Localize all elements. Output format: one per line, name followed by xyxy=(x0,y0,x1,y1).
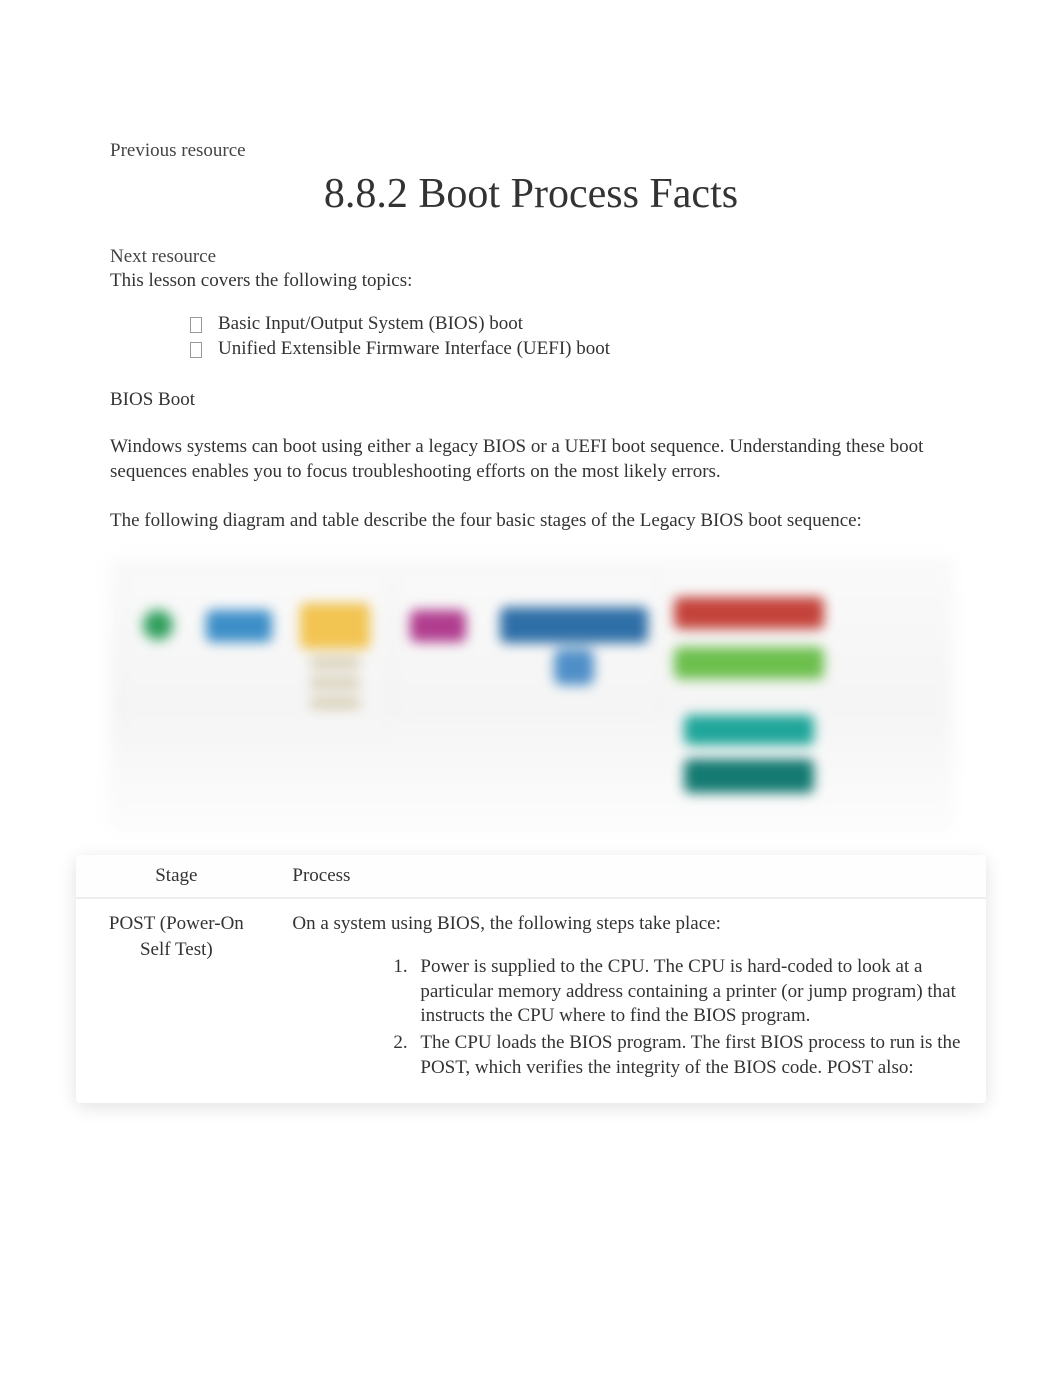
body-paragraph: The following diagram and table describe… xyxy=(110,509,952,534)
topic-item: Unified Extensible Firmware Interface (U… xyxy=(190,337,952,362)
previous-resource-link[interactable]: Previous resource xyxy=(110,140,952,162)
table-header-process: Process xyxy=(276,855,985,898)
process-cell: On a system using BIOS, the following st… xyxy=(276,898,985,1102)
next-resource-link[interactable]: Next resource xyxy=(110,246,952,268)
process-steps-list: Power is supplied to the CPU. The CPU is… xyxy=(292,955,969,1080)
table-header-stage: Stage xyxy=(76,855,276,898)
topic-item: Basic Input/Output System (BIOS) boot xyxy=(190,312,952,337)
section-heading: BIOS Boot xyxy=(110,389,952,411)
topic-list: Basic Input/Output System (BIOS) boot Un… xyxy=(110,312,952,361)
page-title: 8.8.2 Boot Process Facts xyxy=(110,170,952,218)
table-row: POST (Power-On Self Test) On a system us… xyxy=(76,898,985,1102)
process-intro-text: On a system using BIOS, the following st… xyxy=(292,911,969,937)
boot-process-diagram xyxy=(110,557,952,827)
process-step: Power is supplied to the CPU. The CPU is… xyxy=(412,955,969,1029)
intro-text: This lesson covers the following topics: xyxy=(110,270,952,292)
boot-stages-table: Stage Process POST (Power-On Self Test) … xyxy=(76,855,985,1102)
body-paragraph: Windows systems can boot using either a … xyxy=(110,435,952,484)
process-step: The CPU loads the BIOS program. The firs… xyxy=(412,1031,969,1080)
stage-cell: POST (Power-On Self Test) xyxy=(76,898,276,1102)
